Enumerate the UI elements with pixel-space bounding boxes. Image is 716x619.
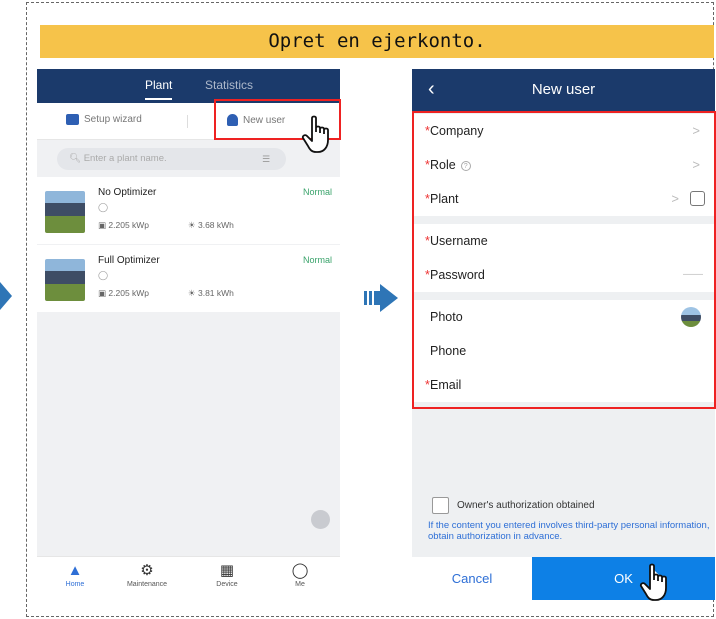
nav-me[interactable]: ◯ Me [270, 562, 330, 588]
nav-maintenance[interactable]: ⚙ Maintenance [117, 562, 177, 588]
person-icon: ◯ [291, 562, 309, 579]
nav-me-label: Me [295, 581, 305, 588]
checkbox[interactable] [432, 497, 449, 514]
plant-name: No Optimizer [98, 187, 157, 198]
authorization-label: Owner's authorization obtained [457, 500, 595, 511]
arrow-right-icon [364, 284, 398, 312]
nav-device-label: Device [216, 581, 238, 588]
search-icon: 🔍︎ [69, 153, 84, 164]
privacy-note: If the content you entered involves thir… [428, 520, 710, 542]
maintenance-icon: ⚙ [140, 562, 154, 579]
nav-home[interactable]: ▲ Home [45, 562, 105, 588]
energy-value: 3.81 kWh [197, 288, 234, 298]
status-badge: Normal [302, 187, 332, 197]
camera-icon[interactable] [311, 510, 330, 529]
plant-thumbnail [45, 259, 85, 301]
location-icon: ◯ [98, 270, 109, 280]
energy-value: 3.68 kWh [197, 220, 234, 230]
hand-pointer-icon [639, 563, 667, 601]
plant-thumbnail [45, 191, 85, 233]
tab-plant[interactable]: Plant [145, 78, 173, 100]
plant-list-screen: Plant Statistics Setup wizard New user 🔍… [37, 69, 340, 600]
nav-maintenance-label: Maintenance [126, 581, 168, 588]
search-placeholder: Enter a plant name. [83, 153, 167, 164]
ok-button[interactable]: OK [532, 557, 715, 600]
wizard-icon [66, 114, 79, 125]
list-item[interactable]: Full Optimizer Normal ◯ ▣ 2.205 kWp ☀ 3.… [37, 245, 340, 312]
authorization-checkbox-row[interactable]: Owner's authorization obtained [432, 497, 595, 514]
tab-statistics[interactable]: Statistics [205, 78, 253, 92]
cancel-button[interactable]: Cancel [412, 557, 532, 600]
search-input[interactable]: 🔍︎ Enter a plant name. [57, 148, 286, 170]
status-badge: Normal [302, 255, 332, 265]
instruction-banner: Opret en ejerkonto. [40, 25, 714, 58]
setup-wizard-label: Setup wizard [84, 114, 142, 125]
capacity-value: 2.205 kWp [108, 288, 150, 298]
capacity-value: 2.205 kWp [108, 220, 150, 230]
home-icon: ▲ [67, 562, 83, 579]
arrow-icon [0, 282, 12, 310]
top-tab-bar: Plant Statistics [37, 69, 340, 103]
nav-device[interactable]: ▦ Device [197, 562, 257, 588]
bottom-nav: ▲ Home ⚙ Maintenance ▦ Device ◯ Me [37, 556, 340, 600]
header: ‹ New user [412, 69, 715, 112]
nav-home-label: Home [65, 581, 85, 588]
plant-capacity: ▣ 2.205 kWp [98, 220, 150, 230]
plant-energy: ☀ 3.68 kWh [188, 220, 234, 230]
plant-capacity: ▣ 2.205 kWp [98, 288, 150, 298]
hand-pointer-icon [301, 115, 329, 153]
location-icon: ◯ [98, 202, 109, 212]
page-title: New user [531, 81, 596, 98]
list-item[interactable]: No Optimizer Normal ◯ ▣ 2.205 kWp ☀ 3.68… [37, 177, 340, 244]
highlight-box [412, 111, 716, 409]
device-icon: ▦ [219, 562, 235, 579]
filter-icon[interactable]: ☰ [262, 154, 272, 164]
setup-wizard-button[interactable]: Setup wizard [66, 114, 142, 125]
divider [187, 115, 188, 128]
plant-name: Full Optimizer [98, 255, 160, 266]
plant-energy: ☀ 3.81 kWh [188, 288, 234, 298]
